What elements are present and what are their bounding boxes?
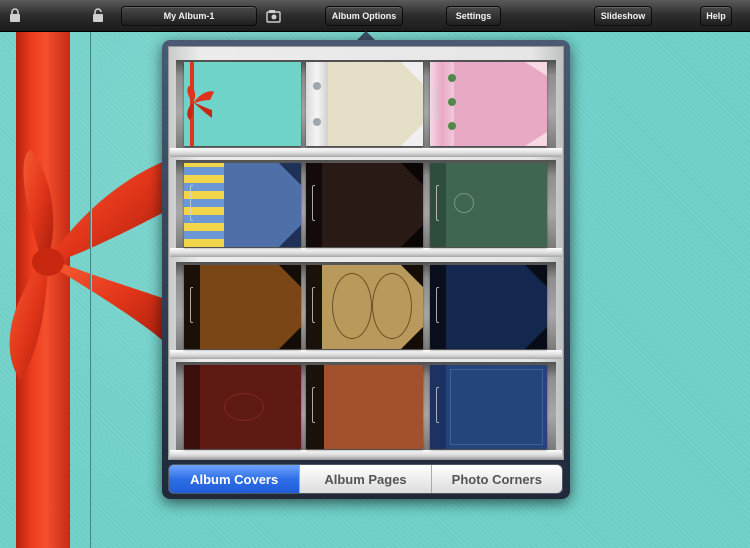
ribbon-bow-icon [9, 150, 168, 380]
cover-mahogany[interactable] [184, 365, 301, 449]
shelf-ledge [170, 248, 562, 257]
unlock-icon[interactable] [92, 8, 104, 22]
cover-turquoise-ribbon[interactable] [184, 62, 301, 146]
shelf-ledge [170, 148, 562, 157]
album-options-button[interactable]: Album Options [325, 6, 403, 26]
cover-pink-buttons[interactable] [430, 62, 547, 146]
cover-blue-plaid[interactable] [184, 163, 301, 247]
cover-dark-leather[interactable] [306, 163, 423, 247]
shelf-ledge [170, 350, 562, 359]
shelf-ledge [170, 450, 562, 459]
top-toolbar: My Album-1 Album Options Settings Slides… [0, 0, 750, 32]
cover-reptile-brown[interactable] [184, 265, 301, 349]
slideshow-button[interactable]: Slideshow [594, 6, 652, 26]
cover-burl-wood[interactable] [306, 365, 423, 449]
tab-photo-corners[interactable]: Photo Corners [430, 465, 562, 493]
tab-album-covers[interactable]: Album Covers [169, 465, 300, 493]
cover-world-map[interactable] [306, 265, 423, 349]
lock-icon[interactable] [9, 8, 21, 22]
settings-button[interactable]: Settings [446, 6, 501, 26]
tab-album-pages[interactable]: Album Pages [299, 465, 430, 493]
cover-green-tapestry[interactable] [430, 163, 547, 247]
cover-navy-blue[interactable] [430, 265, 547, 349]
album-spine-line [90, 32, 92, 548]
cover-cream-white[interactable] [306, 62, 423, 146]
album-name-button[interactable]: My Album-1 [121, 6, 257, 26]
help-button[interactable]: Help [700, 6, 732, 26]
segmented-control: Album Covers Album Pages Photo Corners [168, 464, 563, 494]
cover-royal-blue[interactable] [430, 365, 547, 449]
album-picker-icon[interactable] [266, 9, 282, 23]
ribbon-bow-icon [187, 85, 214, 120]
